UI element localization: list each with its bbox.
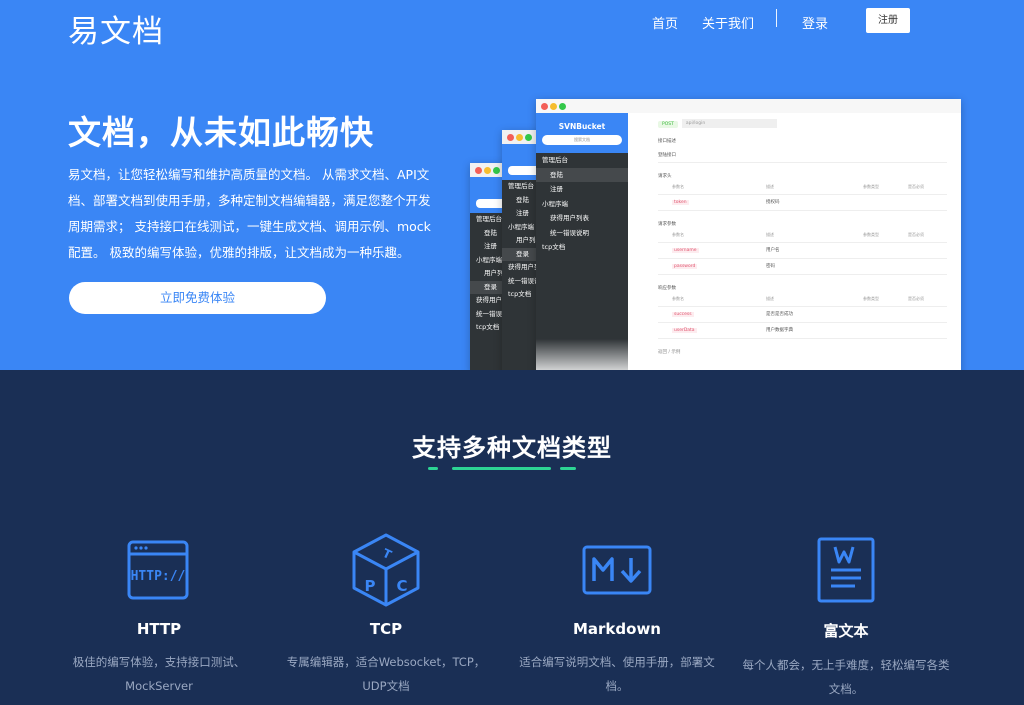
preview-menu-front: 管理后台登陆注册小程序端获得用户列表 统一错误说明 tcp文档 — [536, 153, 628, 255]
nav-login-link[interactable]: 登录 — [802, 13, 828, 32]
svg-text:T: T — [380, 546, 394, 562]
table-header: 参数名 描述 参数类型 是否必须 — [658, 291, 947, 307]
preview-menu-item: 登陆 — [536, 167, 628, 182]
feature-name: Markdown — [572, 620, 661, 638]
title-underline-decoration — [560, 467, 576, 470]
param-name: token — [672, 200, 689, 205]
markdown-icon — [507, 530, 727, 610]
table-header: 参数名 描述 参数类型 是否必须 — [658, 179, 947, 195]
title-underline-decoration — [428, 467, 438, 470]
title-underline-decoration — [452, 467, 551, 470]
svg-text:HTTP://: HTTP:// — [131, 569, 186, 584]
feature-name: TCP — [369, 620, 403, 638]
preview-menu-item: 获得用户列表 — [550, 214, 589, 222]
table-row: password 密码 — [658, 259, 947, 275]
feature-description: 每个人都会，无上手难度，轻松编写各类文档。 — [742, 658, 950, 696]
feature-description: 适合编写说明文档、使用手册，部署文档。 — [519, 655, 715, 693]
http-method-badge: POST — [658, 121, 678, 128]
param-name: success — [672, 312, 694, 317]
feature-name: 富文本 — [823, 622, 869, 640]
preview-menu-item: 统一错误说明 — [550, 228, 589, 237]
table-row: userData 用户数据字典 — [658, 323, 947, 339]
free-trial-button[interactable]: 立即免费体验 — [69, 282, 326, 314]
hero-description: 易文档，让您轻松编写和维护高质量的文档。 从需求文档、API文档、部署文档到使用… — [68, 167, 431, 260]
register-button[interactable]: 注册 — [866, 8, 910, 33]
preview-search-input: 搜索文档 — [542, 135, 622, 145]
http-icon: HTTP:// — [49, 530, 269, 610]
param-description: 是否是否成功 — [766, 312, 793, 317]
param-description: 授权码 — [766, 200, 780, 205]
nav-about-link[interactable]: 关于我们 — [702, 13, 754, 32]
feature-markdown: Markdown 适合编写说明文档、使用手册，部署文档。 — [507, 530, 727, 698]
word-document-icon — [736, 530, 956, 610]
interface-name: 登陆接口 — [658, 152, 947, 163]
preview-doc-content: POST api/login 接口描述 登陆接口 请求头 参数名 描述 参数类型 是否必… — [628, 113, 961, 370]
table-row: success 是否是否成功 — [658, 307, 947, 323]
feature-name: HTTP — [136, 620, 182, 638]
svg-text:P: P — [365, 577, 376, 595]
section-title: 支持多种文档类型 — [412, 434, 612, 462]
hero-title: 文档，从未如此畅快 — [68, 113, 374, 152]
tcp-cube-icon: T P C — [276, 530, 496, 610]
table-header: 参数名 描述 参数类型 是否必须 — [658, 227, 947, 243]
param-description: 用户名 — [766, 248, 780, 253]
section-label: 接口描述 — [658, 139, 676, 144]
table-row: token 授权码 — [658, 195, 947, 211]
top-nav: 首页 关于我们 登录 注册 — [0, 8, 1024, 34]
preview-sidebar: SVNBucket 搜索文档 管理后台登陆注册小程序端获得用户列表 统一错误说明 t… — [536, 113, 628, 370]
nav-home-link[interactable]: 首页 — [652, 13, 678, 32]
preview-menu-item: 管理后台 — [542, 156, 568, 164]
svg-text:C: C — [396, 577, 407, 595]
app-preview-window-front: SVNBucket 搜索文档 管理后台登陆注册小程序端获得用户列表 统一错误说明 t… — [536, 99, 961, 370]
hero-section: 易文档 首页 关于我们 登录 注册 文档，从未如此畅快 易文档，让您轻松编写和维… — [0, 0, 1024, 370]
table-row: username 用户名 — [658, 243, 947, 259]
feature-rich-text: 富文本 每个人都会，无上手难度，轻松编写各类文档。 — [736, 530, 956, 701]
feature-tcp: T P C TCP 专属编辑器，适合Websocket，TCP，UDP文档 — [276, 530, 496, 698]
param-name: password — [672, 264, 698, 269]
preview-menu-item: tcp文档 — [542, 243, 566, 251]
param-description: 用户数据字典 — [766, 328, 793, 333]
nav-divider — [776, 9, 777, 27]
param-name: userData — [672, 328, 697, 333]
feature-http: HTTP:// HTTP 极佳的编写体验，支持接口测试、MockServer — [49, 530, 269, 698]
param-name: username — [672, 248, 699, 253]
feature-description: 专属编辑器，适合Websocket，TCP，UDP文档 — [286, 655, 486, 693]
feature-description: 极佳的编写体验，支持接口测试、MockServer — [72, 655, 246, 693]
preview-app-title: SVNBucket — [558, 122, 606, 131]
preview-menu-item: 小程序端 — [542, 199, 568, 208]
param-description: 密码 — [766, 264, 775, 269]
preview-menu-item: 注册 — [550, 185, 563, 193]
preview-url-field: api/login — [681, 119, 777, 128]
